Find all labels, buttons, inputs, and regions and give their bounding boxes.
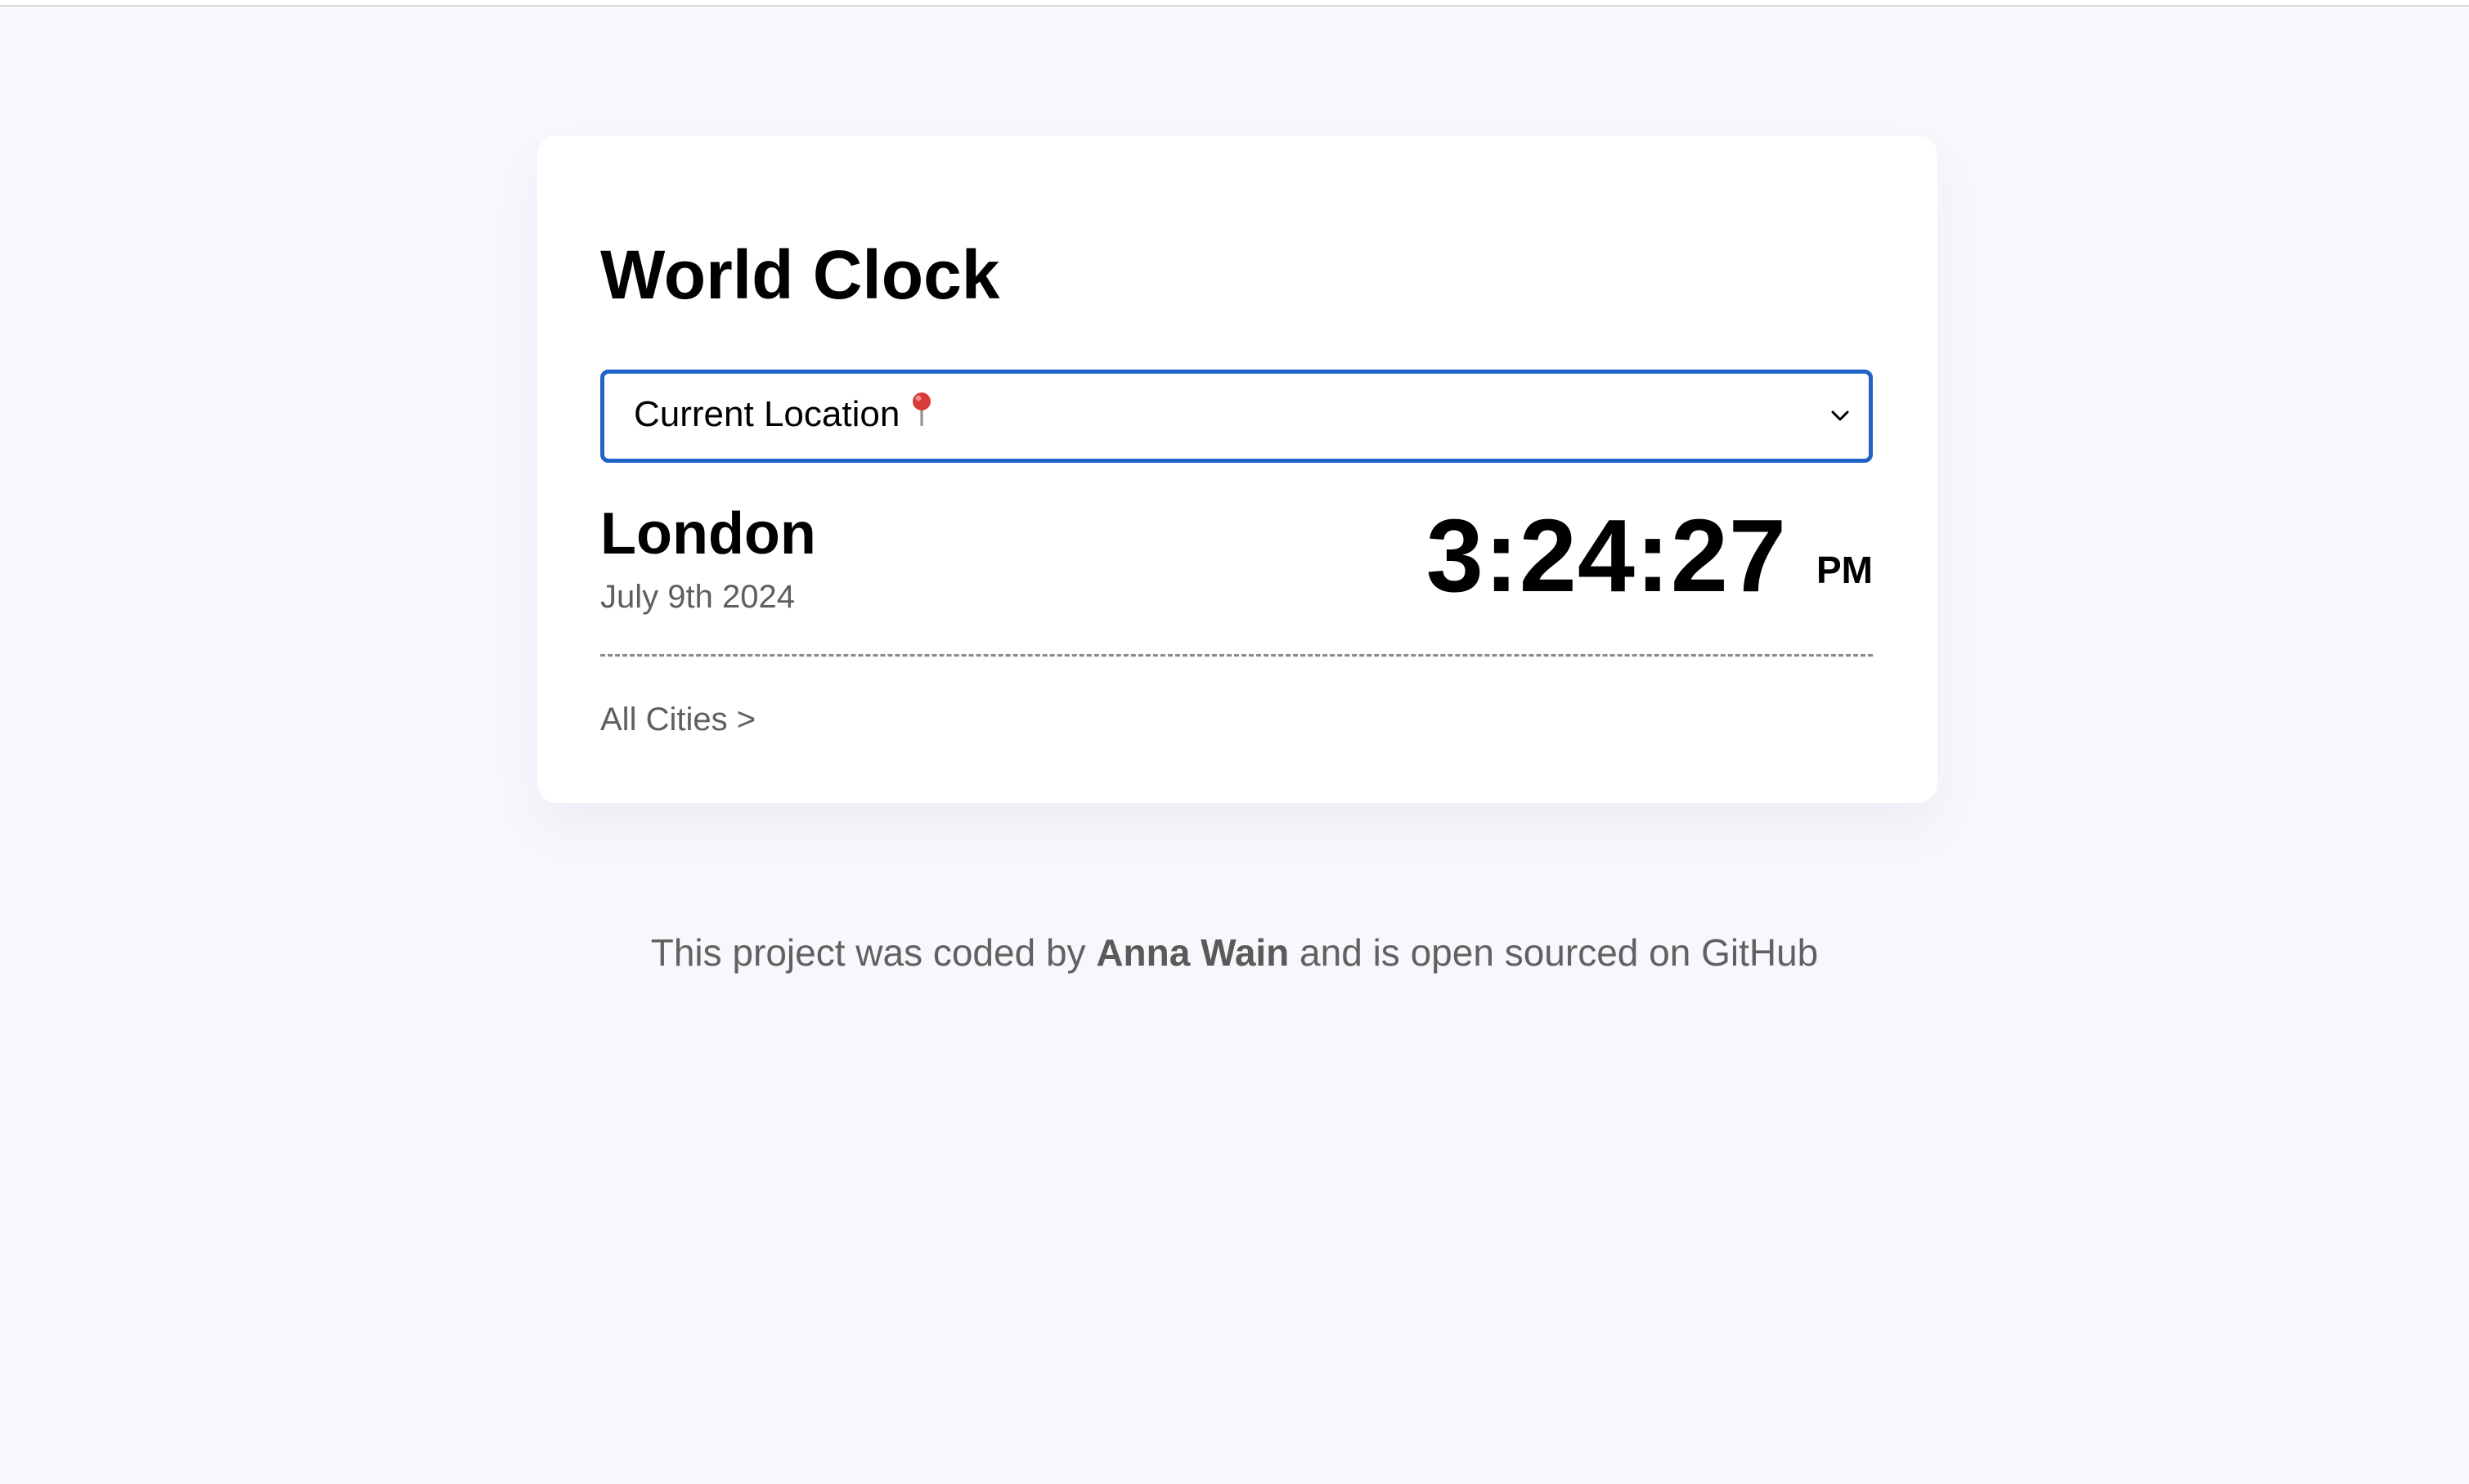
world-clock-card: World Clock Current Location London July… [537, 136, 1937, 803]
github-link[interactable]: open sourced on GitHub [1411, 931, 1819, 974]
page-title: World Clock [600, 236, 1000, 313]
city-row: London July 9th 2024 3:24:27 PM [600, 498, 1873, 615]
round-pushpin-icon [911, 392, 932, 435]
city-select-label: Current Location [634, 394, 900, 435]
city-time: 3:24:27 PM [1425, 498, 1873, 613]
chevron-down-icon[interactable] [1828, 404, 1852, 428]
all-cities-link[interactable]: All Cities > [600, 702, 756, 738]
browser-top-edge [0, 0, 2469, 7]
city-select[interactable]: Current Location [600, 370, 1873, 463]
dashed-divider [600, 654, 1873, 657]
time-value: 3:24:27 [1425, 498, 1787, 613]
city-select-value: Current Location [634, 392, 1828, 438]
city-name: London [600, 501, 816, 567]
footer-prefix: This project was coded by [650, 931, 1097, 974]
time-period: PM [1816, 549, 1873, 592]
footer-middle: and is [1289, 931, 1411, 974]
footer: This project was coded by Anna Wain and … [0, 930, 2469, 975]
city-date: July 9th 2024 [600, 579, 795, 615]
author-name: Anna Wain [1096, 931, 1290, 974]
